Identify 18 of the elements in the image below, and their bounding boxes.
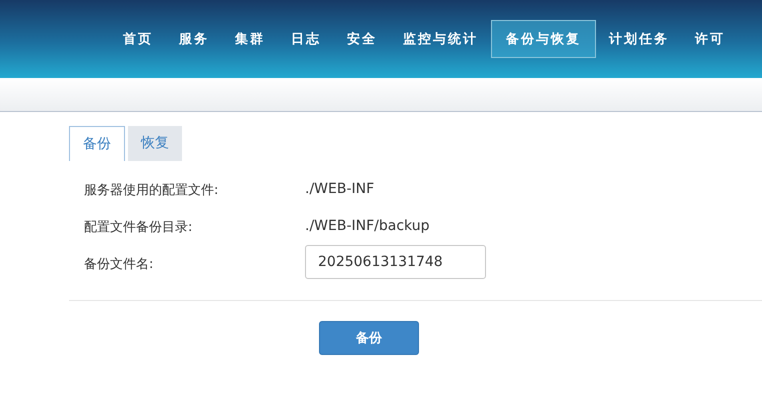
nav-item[interactable]: 计划任务 [596, 20, 682, 58]
tab[interactable]: 备份 [69, 126, 125, 161]
field-value: ./WEB-INF/backup [305, 218, 430, 234]
field-label: 备份文件名: [84, 256, 154, 273]
nav-item[interactable]: 日志 [278, 20, 334, 58]
nav-item[interactable]: 许可 [682, 20, 738, 58]
input-field[interactable]: 20250613131748 [305, 245, 486, 279]
field-label: 配置文件备份目录: [84, 219, 194, 236]
tab[interactable]: 恢复 [128, 126, 182, 161]
nav-item[interactable]: 安全 [334, 20, 390, 58]
backup-button[interactable]: 备份 [319, 321, 419, 355]
nav-item[interactable]: 备份与恢复 [491, 20, 596, 58]
nav-item[interactable]: 集群 [222, 20, 278, 58]
nav-item[interactable]: 首页 [110, 20, 166, 58]
nav-item[interactable]: 服务 [166, 20, 222, 58]
field-label: 服务器使用的配置文件: [84, 182, 220, 199]
nav-item[interactable]: 监控与统计 [390, 20, 491, 58]
field-value: ./WEB-INF [305, 181, 374, 197]
